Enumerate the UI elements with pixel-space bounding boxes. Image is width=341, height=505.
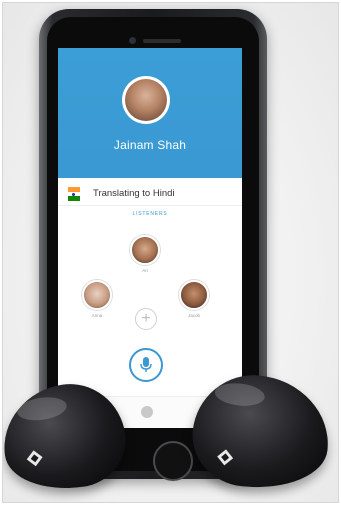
translation-label: Translating to Hindi (93, 188, 175, 199)
microphone-button[interactable] (129, 348, 163, 382)
earpiece-speaker (143, 39, 181, 43)
listener-name: Anna (91, 313, 103, 318)
earpiece-logo-icon (26, 450, 43, 467)
translation-row[interactable]: Translating to Hindi (58, 182, 242, 206)
listener-name: Jacob (187, 313, 200, 318)
india-flag-icon (68, 187, 80, 201)
earpiece-logo-icon (217, 449, 234, 466)
photo-frame: Jainam Shah Translating to Hindi LISTENE… (2, 2, 339, 503)
listener-avatar[interactable]: Ari (130, 235, 160, 273)
earpiece-highlight (15, 394, 69, 424)
listeners-header: LISTENERS (132, 211, 168, 217)
profile-header: Jainam Shah (58, 48, 242, 178)
listener-name: Ari (142, 268, 148, 273)
earpiece-highlight (213, 381, 266, 409)
home-button[interactable] (153, 441, 193, 481)
listener-avatar[interactable]: Anna (82, 280, 112, 318)
add-listener-button[interactable]: + (135, 308, 157, 330)
microphone-icon (140, 357, 152, 372)
listener-photo (130, 235, 160, 265)
user-name: Jainam Shah (113, 138, 187, 152)
phone-screen: Jainam Shah Translating to Hindi LISTENE… (58, 48, 242, 428)
avatar[interactable] (122, 76, 170, 124)
plus-icon: + (141, 310, 151, 327)
listener-avatar[interactable]: Jacob (179, 280, 209, 318)
listener-photo (179, 280, 209, 310)
listener-photo (82, 280, 112, 310)
home-icon[interactable] (141, 406, 153, 418)
avatar-photo (125, 79, 167, 121)
front-camera (129, 37, 136, 44)
